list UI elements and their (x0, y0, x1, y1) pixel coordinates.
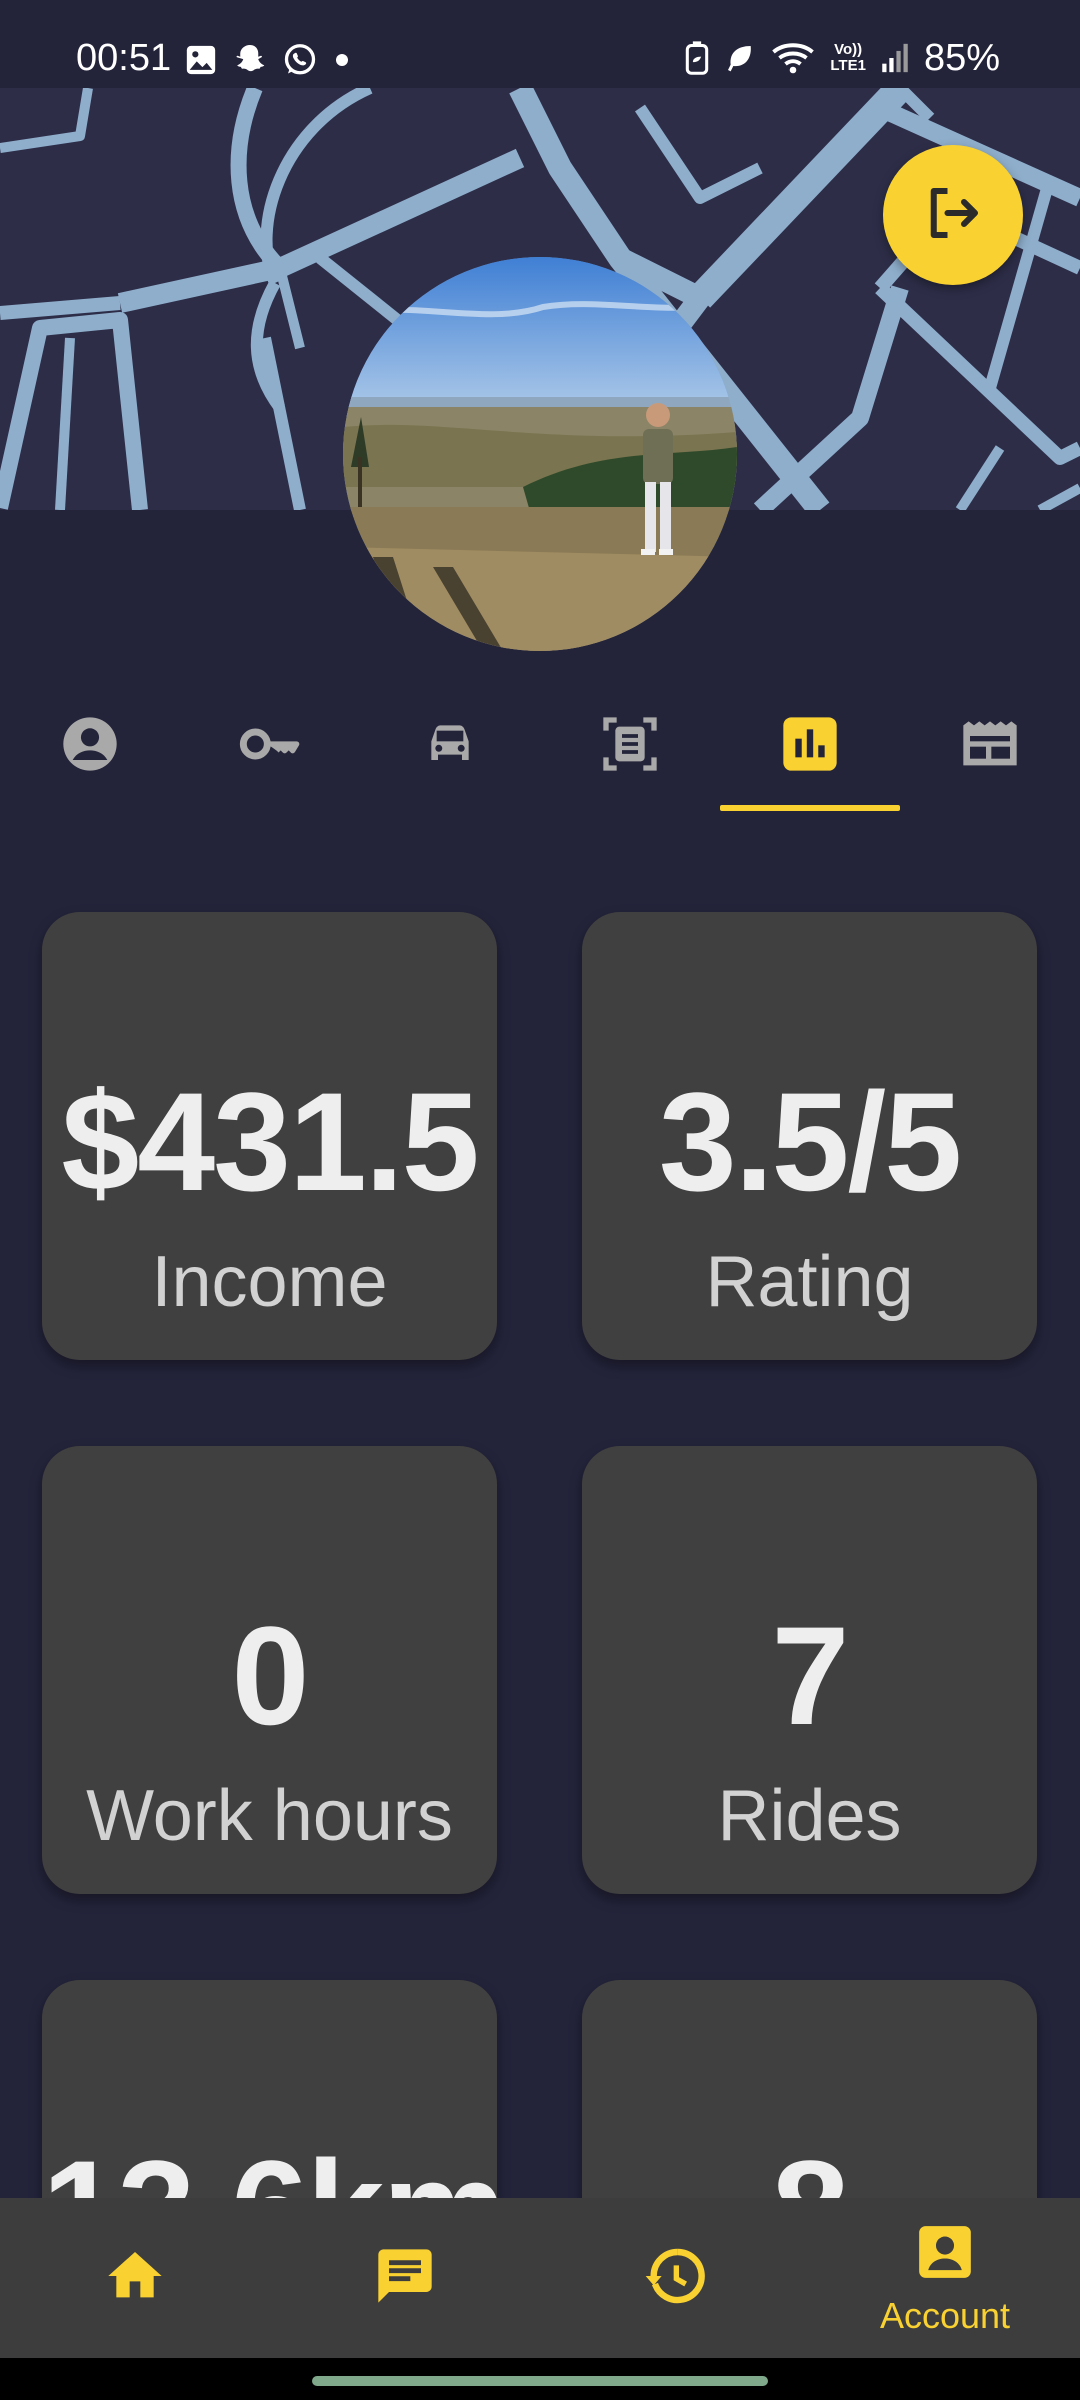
stat-card-work-hours: 0 Work hours (42, 1446, 497, 1894)
logout-button[interactable] (883, 145, 1023, 285)
person-icon (58, 712, 122, 781)
bar-chart-icon (778, 712, 842, 781)
stat-card-income: $431.5 Income (42, 912, 497, 1360)
volte-label-top: Vo)) (834, 41, 863, 58)
battery-saver-icon (684, 40, 710, 76)
income-label: Income (151, 1242, 388, 1322)
profile-photo (343, 257, 737, 651)
account-icon (914, 2221, 976, 2288)
gallery-icon (184, 43, 218, 77)
rating-value: 3.5/5 (658, 1063, 962, 1220)
nav-chat[interactable] (270, 2198, 540, 2358)
gesture-handle[interactable] (312, 2376, 768, 2386)
active-tab-indicator (720, 805, 900, 811)
tab-vehicle[interactable] (360, 690, 540, 820)
tab-documents[interactable] (540, 690, 720, 820)
stat-card-rating: 3.5/5 Rating (582, 912, 1037, 1360)
chat-icon (373, 2244, 437, 2313)
receipt-icon (958, 712, 1022, 781)
status-system-icons: Vo)) LTE1 85% (684, 36, 1000, 80)
work-hours-value: 0 (231, 1597, 310, 1754)
rides-value: 7 (771, 1597, 850, 1754)
gesture-navigation-area (0, 2358, 1080, 2400)
tab-profile[interactable] (0, 690, 180, 820)
nav-history[interactable] (540, 2198, 810, 2358)
document-scan-icon (598, 712, 662, 781)
account-screen: 00:51 Vo)) LTE1 85% $431.5 Income 3.5/5 … (0, 0, 1080, 2400)
key-icon (238, 712, 302, 781)
car-icon (418, 712, 482, 781)
home-icon (103, 2244, 167, 2313)
dot-icon (332, 50, 352, 70)
wifi-icon (770, 40, 816, 76)
tab-password[interactable] (180, 690, 360, 820)
profile-tabs (0, 690, 1080, 820)
nav-account[interactable]: Account (810, 2198, 1080, 2358)
tab-receipts[interactable] (900, 690, 1080, 820)
signal-icon (880, 41, 910, 75)
income-value: $431.5 (61, 1063, 479, 1220)
history-icon (643, 2244, 707, 2313)
nav-home[interactable] (0, 2198, 270, 2358)
stat-card-rides: 7 Rides (582, 1446, 1037, 1894)
volte-label-bottom: LTE1 (830, 57, 866, 74)
snapchat-icon (232, 42, 268, 78)
battery-percentage: 85% (923, 37, 1000, 79)
rides-label: Rides (717, 1776, 902, 1856)
avatar[interactable] (343, 257, 737, 651)
status-time: 00:51 (76, 37, 172, 79)
rating-label: Rating (705, 1242, 914, 1322)
nav-account-label: Account (879, 2294, 1011, 2336)
volte-icon: Vo)) LTE1 (830, 42, 866, 74)
bottom-navigation: Account (0, 2198, 1080, 2358)
status-notification-icons (184, 40, 352, 80)
logout-icon (920, 180, 986, 251)
leaf-icon (724, 42, 756, 74)
status-bar: 00:51 Vo)) LTE1 85% (0, 0, 1080, 88)
whatsapp-icon (282, 42, 318, 78)
work-hours-label: Work hours (86, 1776, 453, 1856)
tab-statistics[interactable] (720, 690, 900, 820)
